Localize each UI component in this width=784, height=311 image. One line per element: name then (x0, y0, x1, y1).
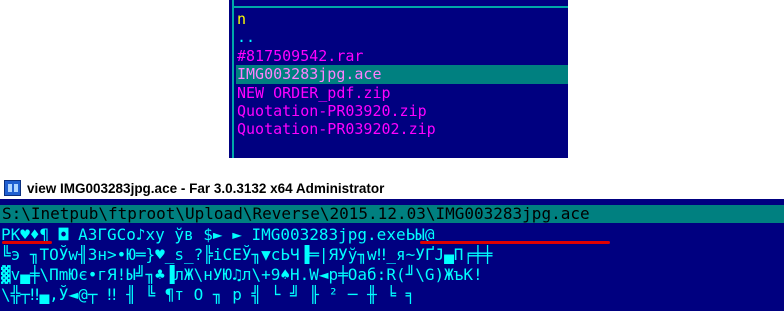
viewer-content[interactable]: S:\Inetpub\ftproot\Upload\Reverse\2015.1… (0, 199, 784, 311)
red-underline-exe-filename (420, 241, 610, 244)
file-item-parent-dir[interactable]: .. (236, 28, 568, 46)
file-item-quotation-zip-1[interactable]: Quotation-PR03920.zip (236, 102, 568, 120)
content-line-2: ╚э ╖ТОЎw╢Зн>•Ю═}♥_s_?╠iСЕЎ╖▼сЬЧ▐═|ЯУў╖w‼… (1, 245, 493, 264)
content-line-3: ▓v▄╪\ПmЮє•гЯ!Ы╝╖♣▐лЖ\нУЮ♫л\+9♠Н.W◄р╪Оаб:… (1, 265, 483, 284)
far-app-icon (4, 180, 21, 196)
red-underline-pk-header (2, 241, 52, 244)
file-panel: n .. #817509542.rar IMG003283jpg.ace NEW… (229, 0, 568, 158)
file-item-rar[interactable]: #817509542.rar (236, 47, 568, 65)
content-line-1: PK♥♦¶ ◘ АЗГGСо♪ху ўв $► ► IMG003283jpg.e… (1, 225, 435, 244)
file-list: n .. #817509542.rar IMG003283jpg.ace NEW… (229, 0, 568, 158)
viewer-window: view IMG003283jpg.ace - Far 3.0.3132 x64… (0, 177, 784, 311)
content-line-4: \╬┬‼▄,Ў◄@┬ ‼ ╢ ╚ ¶т О ╖ р ╣ └ ╝ ╟ ² ─ ╫ … (1, 285, 416, 304)
file-item-new-order-zip[interactable]: NEW ORDER_pdf.zip (236, 84, 568, 102)
file-path-bar: S:\Inetpub\ftproot\Upload\Reverse\2015.1… (0, 205, 784, 223)
file-item-quotation-zip-2[interactable]: Quotation-PR039202.zip (236, 120, 568, 138)
window-titlebar[interactable]: view IMG003283jpg.ace - Far 3.0.3132 x64… (0, 177, 784, 199)
window-title: view IMG003283jpg.ace - Far 3.0.3132 x64… (27, 180, 385, 196)
file-item-selected-ace[interactable]: IMG003283jpg.ace (236, 65, 568, 84)
column-title-name[interactable]: n (236, 10, 568, 28)
panel-frame-top (232, 6, 568, 8)
panel-frame-left (232, 0, 234, 158)
file-rows: n .. #817509542.rar IMG003283jpg.ace NEW… (236, 10, 568, 139)
